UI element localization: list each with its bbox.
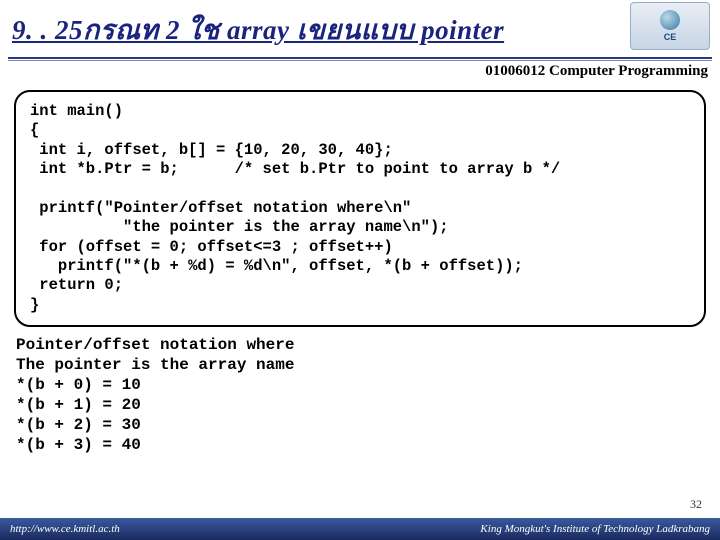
slide-header: 9. . 25กรณท 2 ใช array เขยนแบบ pointer C…: [0, 0, 720, 55]
divider-top: [8, 57, 712, 59]
logo-badge: CE: [630, 2, 710, 50]
slide-title: 9. . 25กรณท 2 ใช array เขยนแบบ pointer: [12, 8, 708, 51]
output-block: Pointer/offset notation where The pointe…: [14, 333, 706, 457]
footer-bar: http://www.ce.kmitl.ac.th King Mongkut's…: [0, 518, 720, 540]
course-label: 01006012 Computer Programming: [0, 61, 720, 86]
code-block: int main() { int i, offset, b[] = {10, 2…: [14, 90, 706, 327]
slide-number: 32: [690, 497, 702, 512]
globe-icon: [660, 10, 680, 30]
logo-text-top: CE: [664, 32, 677, 42]
footer-url: http://www.ce.kmitl.ac.th: [10, 523, 120, 535]
footer-institution: King Mongkut's Institute of Technology L…: [480, 523, 710, 535]
